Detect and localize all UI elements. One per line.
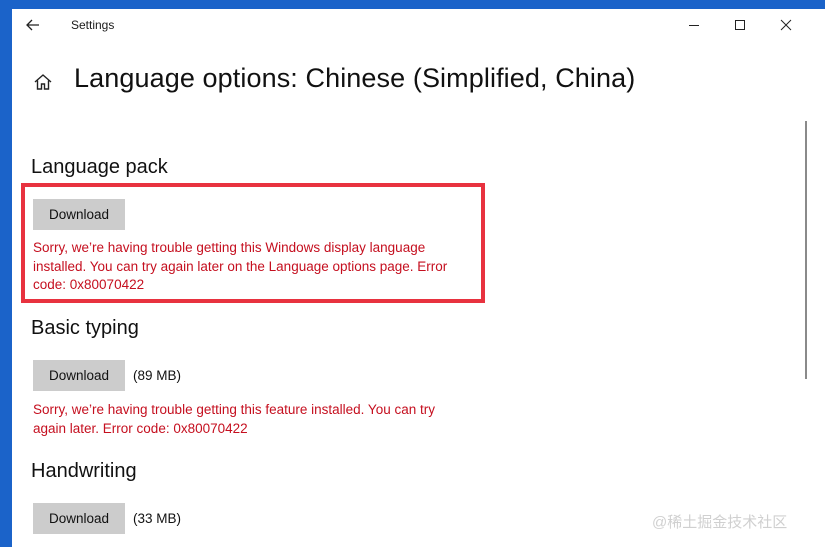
scrollbar[interactable] [805,121,807,379]
maximize-button[interactable] [717,9,763,41]
maximize-icon [735,20,745,30]
minimize-icon [689,25,699,26]
back-button[interactable] [18,11,48,39]
back-arrow-icon [26,19,39,31]
section-title-language-pack: Language pack [31,156,168,178]
section-title-basic-typing: Basic typing [31,317,139,339]
title-bar: Settings [12,9,825,41]
page-title: Language options: Chinese (Simplified, C… [74,63,636,93]
app-title: Settings [71,18,115,32]
minimize-button[interactable] [671,9,717,41]
basic-typing-error-message: Sorry, we’re having trouble getting this… [33,402,435,436]
section-title-handwriting: Handwriting [31,460,137,482]
close-icon [780,19,792,31]
language-pack-error-message: Sorry, we’re having trouble getting this… [33,240,448,292]
basic-typing-download-button[interactable]: Download [33,360,125,391]
settings-window: Settings Language options: Chinese (Simp… [12,9,825,547]
language-pack-download-button[interactable]: Download [33,199,125,230]
home-icon[interactable] [33,72,53,92]
footer-watermark: @稀土掘金技术社区 [652,514,788,531]
close-button[interactable] [763,9,809,41]
handwriting-download-button[interactable]: Download [33,503,125,534]
handwriting-size: (33 MB) [133,511,182,526]
basic-typing-size: (89 MB) [133,368,182,383]
